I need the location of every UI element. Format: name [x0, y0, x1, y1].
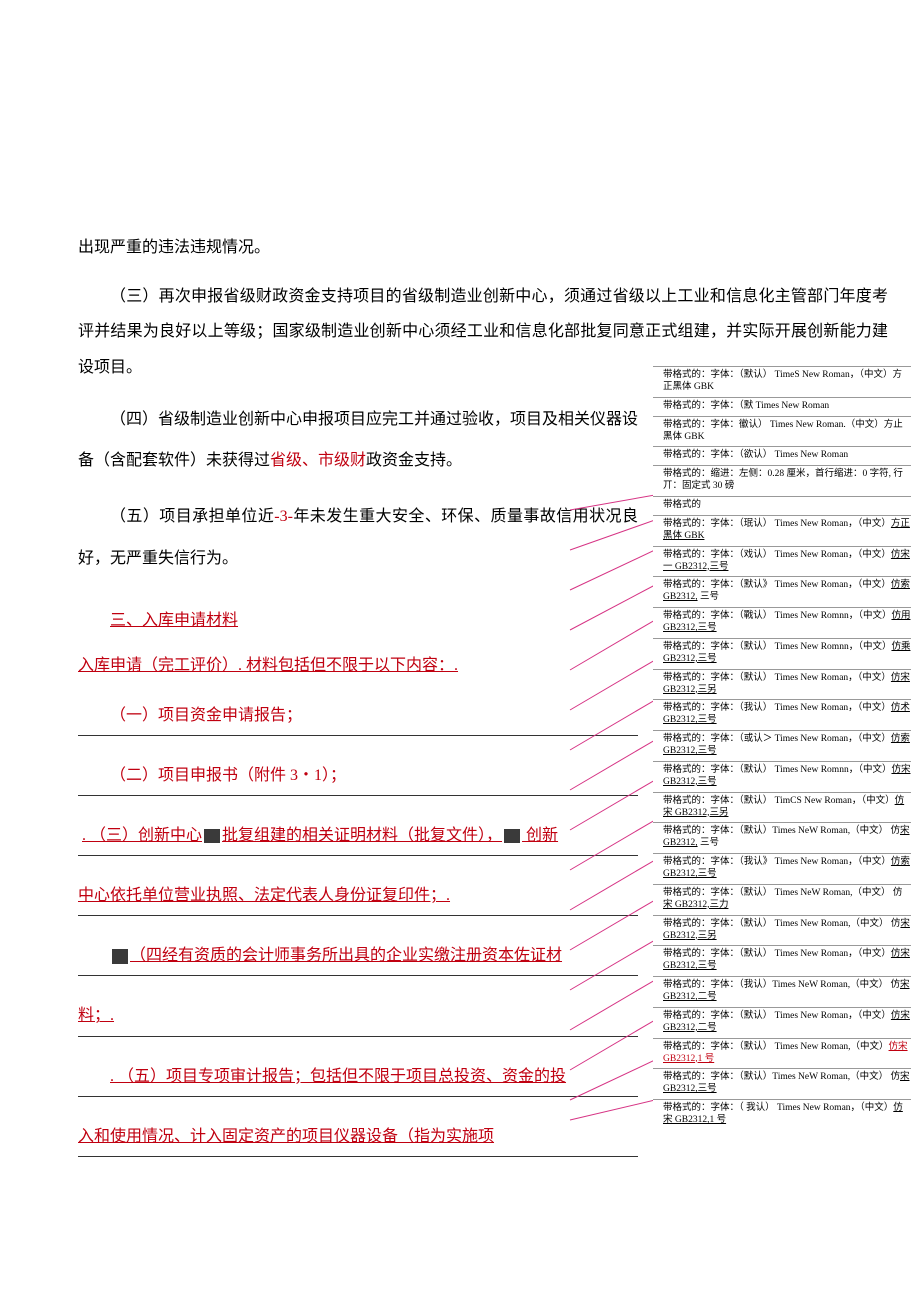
comment-item: 带格式的 — [653, 496, 911, 515]
comment-item: 带格式的：字体：（默认） Times New Roman,（中文）仿宋 GB23… — [653, 1038, 911, 1069]
item-4-line2: 料；. — [78, 998, 638, 1036]
comment-item: 带格式的：字体：（默认） Times New Romnn，（中文）仿宋 GB23… — [653, 761, 911, 792]
comment-item: 带格式的：字体：（戰认） Times New Romnn，（中文）仿用 GB23… — [653, 607, 911, 638]
item-4-line1: （四经有资质的会计师事务所出具的企业实缴注册资本佐证材 — [78, 938, 638, 976]
item3-a: . （三）创新中心 — [82, 827, 202, 844]
comment-item: 带格式的：字体：（或认＞ Times New Roman，（中文）仿索 GB23… — [653, 730, 911, 761]
item-1: （一）项目资金申请报告； — [78, 698, 638, 736]
p4-a: （五）项目承担单位近 — [110, 508, 274, 525]
p3-tail: 政资金支持。 — [366, 452, 462, 469]
comment-item: 带格式的：字体：（ 我认） Times New Roman，（中文）仿宋 GB2… — [653, 1099, 911, 1130]
comment-item: 带格式的：缩进：左侧：0.28 厘米，首行缩进：0 字符, 行丌：固定式 30 … — [653, 465, 911, 496]
item-2: （二）项目申报书（附件 3・1）； — [78, 758, 638, 796]
comment-item: 带格式的：字体：（默认） Times NeW Roman,（中文） 仿宋 GB2… — [653, 884, 911, 915]
paragraph-4: （五）项目承担单位近-3-年未发生重大安全、环保、质量事故信用状况良好，无严重失… — [78, 496, 638, 579]
comment-item: 带格式的：字体：（默认） Times New Roman，（中文）仿宋 GB23… — [653, 1007, 911, 1038]
comment-item: 带格式的：字体：（我认》 Times New Roman，（中文）仿索 GB23… — [653, 853, 911, 884]
comment-item: 带格式的：字体：（默认》 Times New Roman，（中文）仿索 GB23… — [653, 576, 911, 607]
item-5-line1: . （五）项目专项审计报告；包括但不限于项目总投资、资金的投 — [78, 1059, 638, 1097]
comment-item: 带格式的：字体：（默认）Times NeW Roman,（中文） 仿宋 GB23… — [653, 822, 911, 853]
comment-item: 带格式的：字体：（我认） Times New Roman，（中文）仿术 GB23… — [653, 699, 911, 730]
item3-c: 创新 — [522, 827, 558, 844]
intro-line: 入库申请（完工评价）. 材料包括但不限于以下内容：. — [78, 648, 638, 683]
comment-item: 带格式的：字体：（默认） Times New Roman,（中文） 仿宋 GB2… — [653, 915, 911, 946]
redacted-block-icon — [204, 829, 220, 843]
comment-item: 带格式的：字体：（我认）Times NeW Roman,（中文） 仿宋 GB23… — [653, 976, 911, 1007]
comment-item: 带格式的：字体：（戏认） Times New Roman，（中文）仿宋一 GB2… — [653, 546, 911, 577]
comment-item: 带格式的：字体：徽认） Times New Roman.（中文）方止黑体 GBK — [653, 416, 911, 447]
p3-red: 省级、市级财 — [270, 452, 366, 469]
item-3-line2: 中心依托单位营业执照、法定代表人身份证复印件；. — [78, 878, 638, 916]
paragraph-3: （四）省级制造业创新中心申报项目应完工并通过验收，项目及相关仪器设备（含配套软件… — [78, 399, 638, 482]
redacted-block-icon — [112, 949, 128, 963]
comment-item: 带格式的：字体：（默认） Times New Roman，（中文）仿宋 GB23… — [653, 945, 911, 976]
comment-item: 带格式的：字体：（默认） Times New Roman，（中文）仿宋 GB23… — [653, 669, 911, 700]
comment-item: 带格式的：字体：（默认） TimeS New Roman，（中文）方正黑体 GB… — [653, 366, 911, 397]
comment-item: 带格式的：字体：（默认） Times New Romnn，（中文）仿乘 GB23… — [653, 638, 911, 669]
comment-item: 带格式的：字体：（默认） TimCS New Roman，（中文）仿宋 GB23… — [653, 792, 911, 823]
item4-a: （四经有资质的会计师事务所出具的企业实缴注册资本佐证材 — [130, 947, 562, 964]
item-3-line1: . （三）创新中心 批复组建的相关证明材料（批复文件）， 创新 — [78, 818, 638, 856]
item-5-line2: 入和使用情况、计入固定资产的项目仪器设备（指为实施项 — [78, 1119, 638, 1157]
item3-b: 批复组建的相关证明材料（批复文件）， — [222, 827, 502, 844]
item3-line2-text: 中心依托单位营业执照、法定代表人身份证复印件；. — [78, 887, 450, 904]
paragraph-1: 出现严重的违法违规情况。 — [78, 230, 638, 265]
comment-item: 带格式的：字体：（默认）Times NeW Roman,（中文） 仿宋 GB23… — [653, 1068, 911, 1099]
redacted-block-icon — [504, 829, 520, 843]
comment-item: 带格式的：字体：（欲认） Times New Roman — [653, 446, 911, 465]
comments-panel: 带格式的：字体：（默认） TimeS New Roman，（中文）方正黑体 GB… — [653, 366, 911, 1130]
p4-red: -3- — [274, 508, 293, 525]
comment-item: 带格式的：字体：（珉认） Times New Roman，（中文）方正黑体 GB… — [653, 515, 911, 546]
comment-item: 带格式的：字体：（默 Times New Roman — [653, 397, 911, 416]
section-heading: 三、入库申请材料 — [110, 603, 238, 638]
